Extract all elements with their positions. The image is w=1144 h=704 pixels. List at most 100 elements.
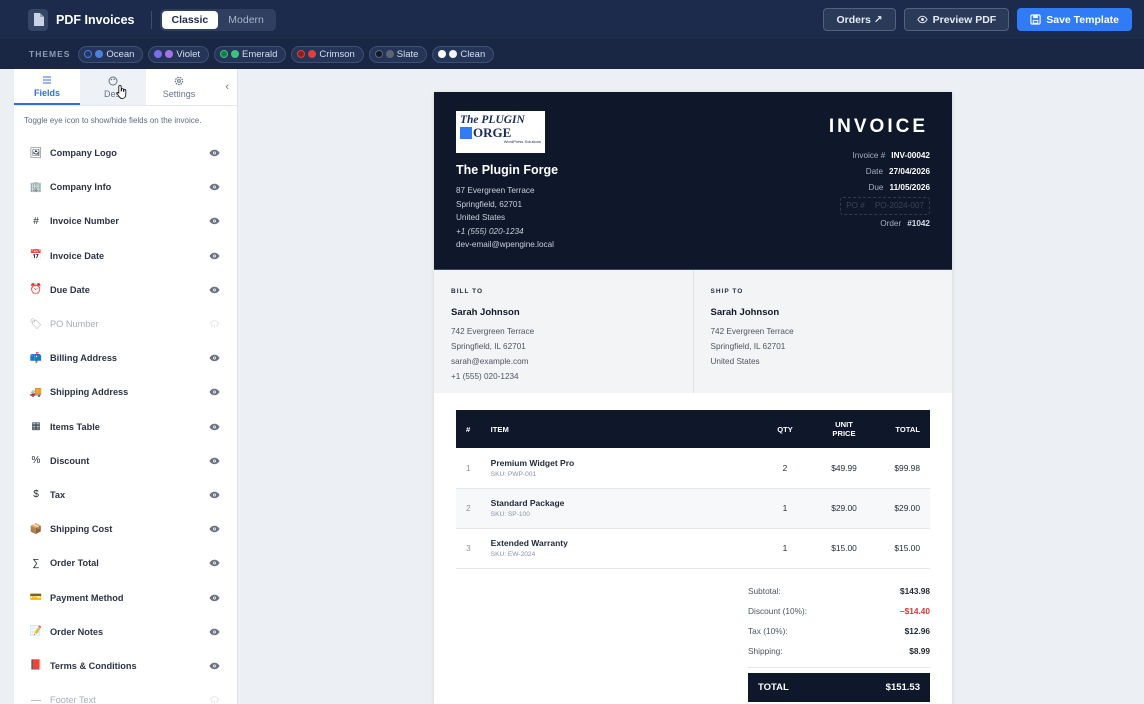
row-item: Standard Package SKU: SP-100	[480, 488, 750, 529]
item-sku: SKU: SP-100	[490, 511, 530, 518]
field-label: Order Notes	[50, 626, 104, 637]
field-row-tax[interactable]: $ Tax	[14, 478, 237, 512]
orders-button[interactable]: Orders ↗	[823, 8, 896, 31]
eye-icon[interactable]	[209, 628, 220, 636]
subtotal-label: Subtotal:	[748, 585, 781, 596]
eye-icon[interactable]	[209, 491, 220, 499]
row-item: Extended Warranty SKU: EW-2024	[480, 528, 750, 569]
field-row-company-logo[interactable]: 🖼 Company Logo	[14, 136, 237, 170]
address-section: BILL TO Sarah Johnson 742 Evergreen Terr…	[434, 269, 952, 393]
row-total: $29.00	[868, 488, 930, 529]
eye-icon[interactable]	[209, 354, 220, 362]
po-number-icon: 🏷	[29, 318, 43, 330]
row-qty: 1	[750, 528, 820, 569]
field-row-discount[interactable]: % Discount	[14, 444, 237, 478]
field-label: Billing Address	[50, 353, 118, 364]
sidebar: Fields Desi Settings ‹ Toggle eye icon t…	[14, 69, 238, 704]
footer-text-icon: —	[31, 694, 41, 704]
subtotal-value: $143.98	[900, 585, 930, 596]
theme-swatch	[220, 50, 229, 58]
field-label: Company Logo	[50, 148, 117, 159]
eye-icon[interactable]	[209, 594, 220, 602]
field-row-payment-method[interactable]: 💳 Payment Method	[14, 580, 237, 614]
field-row-invoice-number[interactable]: # Invoice Number	[14, 204, 237, 238]
eye-icon[interactable]	[209, 525, 220, 533]
table-row: 2 Standard Package SKU: SP-100 1 $29.00 $…	[456, 488, 930, 529]
eye-icon[interactable]	[209, 388, 220, 396]
theme-crimson[interactable]: Crimson	[291, 45, 364, 63]
preview-pdf-button[interactable]: Preview PDF	[903, 8, 1010, 31]
mode-classic-button[interactable]: Classic	[161, 10, 219, 29]
grand-total: TOTAL $151.53	[748, 672, 930, 702]
field-row-order-total[interactable]: ∑ Order Total	[14, 546, 237, 580]
eye-icon[interactable]	[209, 252, 220, 260]
field-row-footer-text[interactable]: — Footer Text	[14, 683, 237, 704]
eye-icon[interactable]	[209, 457, 220, 465]
theme-violet[interactable]: Violet	[148, 45, 210, 63]
field-row-items-table[interactable]: ▦ Items Table	[14, 410, 237, 444]
field-row-billing-address[interactable]: 📫 Billing Address	[14, 341, 237, 375]
invoice-number-icon: #	[33, 215, 39, 227]
eye-icon[interactable]	[209, 559, 220, 567]
row-unit: $15.00	[820, 528, 868, 569]
logo-text-2: ORGE	[473, 125, 512, 140]
tab-fields-label: Fields	[33, 87, 60, 98]
ship-to-name: Sarah Johnson	[710, 307, 780, 318]
theme-clean[interactable]: Clean	[432, 45, 495, 63]
item-sku: SKU: PWP-001	[490, 470, 537, 478]
po-label: PO #	[846, 201, 865, 210]
company-country: United States	[456, 213, 506, 223]
divider	[150, 10, 152, 29]
eye-icon	[916, 15, 928, 24]
save-template-button[interactable]: Save Template	[1017, 8, 1132, 31]
eye-off-icon[interactable]	[209, 696, 220, 704]
field-row-invoice-date[interactable]: 📅 Invoice Date	[14, 239, 237, 273]
tax-label: Tax (10%):	[748, 625, 788, 636]
eye-icon[interactable]	[209, 217, 220, 225]
row-total: $15.00	[868, 528, 930, 569]
company-street: 87 Evergreen Terrace	[456, 186, 535, 195]
field-row-po-number[interactable]: 🏷 PO Number	[14, 307, 237, 341]
ship-to-line: 742 Evergreen Terrace	[710, 327, 794, 336]
items-table: # ITEM QTY UNIT PRICE TOTAL 1 Premium Wi…	[456, 410, 930, 569]
bill-to-line: +1 (555) 020-1234	[451, 372, 519, 381]
mode-modern-button[interactable]: Modern	[218, 11, 274, 29]
field-row-due-date[interactable]: ⏰ Due Date	[14, 273, 237, 307]
hand-cursor-icon	[116, 85, 127, 99]
eye-icon[interactable]	[209, 286, 220, 294]
billing-address-icon: 📫	[29, 352, 43, 364]
tab-design[interactable]: Desi	[80, 69, 146, 105]
eye-icon[interactable]	[209, 423, 220, 431]
eye-icon[interactable]	[209, 183, 220, 191]
theme-ocean[interactable]: Ocean	[78, 45, 144, 63]
tax-value: $12.96	[904, 625, 930, 636]
field-row-shipping-address[interactable]: 🚚 Shipping Address	[14, 375, 237, 409]
company-city: Springfield, 62701	[456, 199, 523, 209]
row-num: 2	[456, 488, 481, 529]
invoice-meta: Invoice # INV-00042 Date 27/04/2026 Due 11/…	[840, 148, 930, 232]
eye-off-icon[interactable]	[209, 320, 220, 328]
field-label: Tax	[50, 489, 66, 500]
field-label: Payment Method	[50, 592, 124, 603]
mode-toggle: Classic Modern	[159, 8, 276, 31]
tab-fields[interactable]: Fields	[14, 69, 80, 105]
field-row-order-notes[interactable]: 📝 Order Notes	[14, 615, 237, 649]
theme-swatch	[374, 50, 383, 58]
collapse-sidebar-icon[interactable]: ‹	[225, 81, 229, 93]
col-total: TOTAL	[868, 410, 930, 448]
theme-slate[interactable]: Slate	[368, 45, 428, 63]
theme-emerald[interactable]: Emerald	[214, 45, 287, 63]
field-label: Shipping Address	[50, 387, 129, 398]
theme-swatch	[84, 50, 93, 58]
order-total-icon: ∑	[32, 557, 40, 569]
field-row-shipping-cost[interactable]: 📦 Shipping Cost	[14, 512, 237, 546]
eye-icon[interactable]	[209, 149, 220, 157]
field-label: Order Total	[50, 558, 99, 569]
field-row-company-info[interactable]: 🏢 Company Info	[14, 170, 237, 204]
row-item: Premium Widget Pro SKU: PWP-001	[480, 448, 750, 489]
field-row-terms-conditions[interactable]: 📕 Terms & Conditions	[14, 649, 237, 683]
col-num: #	[456, 410, 481, 448]
ship-to-line: Springfield, IL 62701	[710, 342, 786, 351]
tab-settings[interactable]: Settings	[146, 69, 212, 105]
eye-icon[interactable]	[209, 662, 220, 670]
